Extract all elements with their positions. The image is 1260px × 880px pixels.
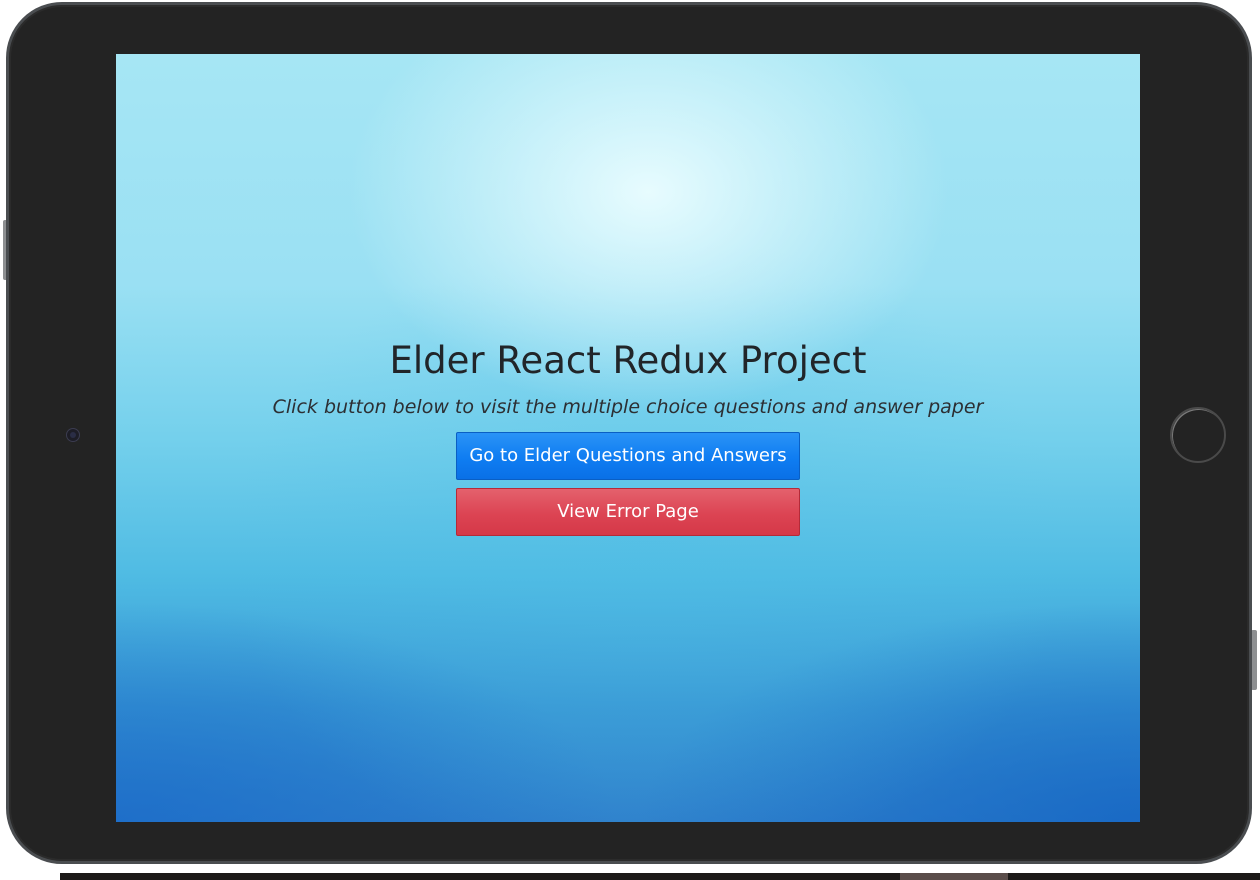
taskbar-segment <box>900 873 1008 880</box>
page-subtitle: Click button below to visit the multiple… <box>272 396 984 418</box>
taskbar-strip <box>60 873 1260 880</box>
go-to-questions-button[interactable]: Go to Elder Questions and Answers <box>456 432 800 480</box>
landing-content: Elder React Redux Project Click button b… <box>116 334 1140 536</box>
view-error-page-button[interactable]: View Error Page <box>456 488 800 536</box>
page-title: Elder React Redux Project <box>389 339 867 382</box>
app-screen: Elder React Redux Project Click button b… <box>116 54 1140 822</box>
camera-icon <box>66 428 80 442</box>
home-button[interactable] <box>1170 407 1226 463</box>
